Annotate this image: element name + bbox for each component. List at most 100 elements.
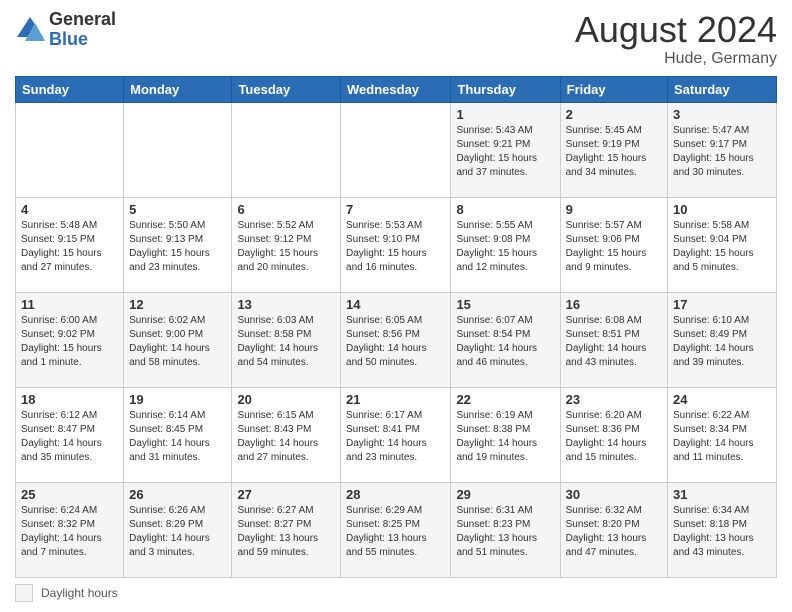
- calendar-week-row-2: 11Sunrise: 6:00 AM Sunset: 9:02 PM Dayli…: [16, 292, 777, 387]
- title-block: August 2024 Hude, Germany: [575, 10, 777, 68]
- calendar-cell-2-5: 16Sunrise: 6:08 AM Sunset: 8:51 PM Dayli…: [560, 292, 667, 387]
- calendar-weekday-saturday: Saturday: [668, 76, 777, 102]
- calendar-cell-3-4: 22Sunrise: 6:19 AM Sunset: 8:38 PM Dayli…: [451, 387, 560, 482]
- day-info: Sunrise: 6:31 AM Sunset: 8:23 PM Dayligh…: [456, 504, 554, 560]
- day-number: 19: [129, 392, 226, 407]
- day-number: 10: [673, 202, 771, 217]
- day-number: 28: [346, 487, 445, 502]
- day-number: 25: [21, 487, 118, 502]
- day-info: Sunrise: 5:55 AM Sunset: 9:08 PM Dayligh…: [456, 219, 554, 275]
- calendar-cell-0-6: 3 Sunrise: 5:47 AM Sunset: 9:17 PM Daylig…: [668, 102, 777, 197]
- calendar-cell-1-3: 7 Sunrise: 5:53 AM Sunset: 9:10 PM Daylig…: [341, 197, 451, 292]
- calendar-week-row-0: 1Sunrise: 5:43 AM Sunset: 9:21 PM Daylig…: [16, 102, 777, 197]
- day-number: 23: [566, 392, 662, 407]
- calendar-cell-2-3: 14Sunrise: 6:05 AM Sunset: 8:56 PM Dayli…: [341, 292, 451, 387]
- calendar-cell-4-0: 25 Sunrise: 6:24 AM Sunset: 8:32 PM Dayli…: [16, 482, 124, 577]
- calendar-cell-2-6: 17Sunrise: 6:10 AM Sunset: 8:49 PM Dayli…: [668, 292, 777, 387]
- calendar-cell-3-6: 24 Sunrise: 6:22 AM Sunset: 8:34 PM Dayli…: [668, 387, 777, 482]
- day-number: 8: [456, 202, 554, 217]
- calendar-weekday-sunday: Sunday: [16, 76, 124, 102]
- calendar-week-row-1: 4 Sunrise: 5:48 AM Sunset: 9:15 PM Daylig…: [16, 197, 777, 292]
- calendar-cell-4-2: 27Sunrise: 6:27 AM Sunset: 8:27 PM Dayli…: [232, 482, 341, 577]
- calendar-weekday-tuesday: Tuesday: [232, 76, 341, 102]
- day-number: 31: [673, 487, 771, 502]
- day-info: Sunrise: 6:07 AM Sunset: 8:54 PM Dayligh…: [456, 314, 554, 370]
- day-info: Sunrise: 6:19 AM Sunset: 8:38 PM Dayligh…: [456, 409, 554, 465]
- day-number: 7: [346, 202, 445, 217]
- daylight-box: [15, 584, 33, 602]
- calendar-cell-3-3: 21 Sunrise: 6:17 AM Sunset: 8:41 PM Dayli…: [341, 387, 451, 482]
- main-title: August 2024: [575, 10, 777, 50]
- day-info: Sunrise: 6:12 AM Sunset: 8:47 PM Dayligh…: [21, 409, 118, 465]
- calendar-cell-4-3: 28 Sunrise: 6:29 AM Sunset: 8:25 PM Dayli…: [341, 482, 451, 577]
- day-info: Sunrise: 6:22 AM Sunset: 8:34 PM Dayligh…: [673, 409, 771, 465]
- subtitle: Hude, Germany: [575, 50, 777, 68]
- calendar-cell-1-1: 5Sunrise: 5:50 AM Sunset: 9:13 PM Daylig…: [124, 197, 232, 292]
- day-number: 27: [237, 487, 335, 502]
- day-info: Sunrise: 6:03 AM Sunset: 8:58 PM Dayligh…: [237, 314, 335, 370]
- day-number: 1: [456, 107, 554, 122]
- day-info: Sunrise: 5:52 AM Sunset: 9:12 PM Dayligh…: [237, 219, 335, 275]
- page: General Blue August 2024 Hude, Germany S…: [0, 0, 792, 612]
- calendar-cell-2-0: 11Sunrise: 6:00 AM Sunset: 9:02 PM Dayli…: [16, 292, 124, 387]
- calendar-cell-1-2: 6 Sunrise: 5:52 AM Sunset: 9:12 PM Daylig…: [232, 197, 341, 292]
- logo-general: General: [49, 10, 116, 30]
- calendar-cell-0-4: 1Sunrise: 5:43 AM Sunset: 9:21 PM Daylig…: [451, 102, 560, 197]
- day-number: 26: [129, 487, 226, 502]
- calendar-cell-0-1: [124, 102, 232, 197]
- day-info: Sunrise: 6:17 AM Sunset: 8:41 PM Dayligh…: [346, 409, 445, 465]
- day-number: 9: [566, 202, 662, 217]
- logo-blue: Blue: [49, 30, 116, 50]
- day-info: Sunrise: 5:53 AM Sunset: 9:10 PM Dayligh…: [346, 219, 445, 275]
- day-number: 4: [21, 202, 118, 217]
- day-number: 20: [237, 392, 335, 407]
- day-number: 5: [129, 202, 226, 217]
- calendar-cell-1-4: 8 Sunrise: 5:55 AM Sunset: 9:08 PM Daylig…: [451, 197, 560, 292]
- calendar-cell-0-3: [341, 102, 451, 197]
- day-info: Sunrise: 6:29 AM Sunset: 8:25 PM Dayligh…: [346, 504, 445, 560]
- day-number: 12: [129, 297, 226, 312]
- calendar-cell-3-1: 19Sunrise: 6:14 AM Sunset: 8:45 PM Dayli…: [124, 387, 232, 482]
- day-info: Sunrise: 6:34 AM Sunset: 8:18 PM Dayligh…: [673, 504, 771, 560]
- day-number: 14: [346, 297, 445, 312]
- day-number: 24: [673, 392, 771, 407]
- calendar-cell-0-5: 2Sunrise: 5:45 AM Sunset: 9:19 PM Daylig…: [560, 102, 667, 197]
- day-info: Sunrise: 6:08 AM Sunset: 8:51 PM Dayligh…: [566, 314, 662, 370]
- calendar-cell-1-5: 9Sunrise: 5:57 AM Sunset: 9:06 PM Daylig…: [560, 197, 667, 292]
- calendar-cell-2-1: 12Sunrise: 6:02 AM Sunset: 9:00 PM Dayli…: [124, 292, 232, 387]
- calendar-cell-4-1: 26 Sunrise: 6:26 AM Sunset: 8:29 PM Dayli…: [124, 482, 232, 577]
- day-number: 29: [456, 487, 554, 502]
- calendar-cell-4-4: 29 Sunrise: 6:31 AM Sunset: 8:23 PM Dayli…: [451, 482, 560, 577]
- day-number: 6: [237, 202, 335, 217]
- calendar-week-row-4: 25 Sunrise: 6:24 AM Sunset: 8:32 PM Dayli…: [16, 482, 777, 577]
- day-info: Sunrise: 6:26 AM Sunset: 8:29 PM Dayligh…: [129, 504, 226, 560]
- day-number: 17: [673, 297, 771, 312]
- logo: General Blue: [15, 10, 116, 50]
- calendar-cell-0-0: [16, 102, 124, 197]
- day-info: Sunrise: 6:32 AM Sunset: 8:20 PM Dayligh…: [566, 504, 662, 560]
- day-info: Sunrise: 6:20 AM Sunset: 8:36 PM Dayligh…: [566, 409, 662, 465]
- calendar-weekday-friday: Friday: [560, 76, 667, 102]
- calendar-cell-2-2: 13 Sunrise: 6:03 AM Sunset: 8:58 PM Dayli…: [232, 292, 341, 387]
- day-number: 3: [673, 107, 771, 122]
- logo-icon: [15, 15, 45, 45]
- day-info: Sunrise: 6:24 AM Sunset: 8:32 PM Dayligh…: [21, 504, 118, 560]
- day-info: Sunrise: 5:47 AM Sunset: 9:17 PM Dayligh…: [673, 124, 771, 180]
- header: General Blue August 2024 Hude, Germany: [15, 10, 777, 68]
- day-number: 21: [346, 392, 445, 407]
- calendar-table: SundayMondayTuesdayWednesdayThursdayFrid…: [15, 76, 777, 578]
- calendar-cell-3-2: 20Sunrise: 6:15 AM Sunset: 8:43 PM Dayli…: [232, 387, 341, 482]
- day-info: Sunrise: 5:45 AM Sunset: 9:19 PM Dayligh…: [566, 124, 662, 180]
- logo-text: General Blue: [49, 10, 116, 50]
- day-info: Sunrise: 5:48 AM Sunset: 9:15 PM Dayligh…: [21, 219, 118, 275]
- calendar-cell-1-6: 10Sunrise: 5:58 AM Sunset: 9:04 PM Dayli…: [668, 197, 777, 292]
- day-number: 11: [21, 297, 118, 312]
- footer: Daylight hours: [15, 584, 777, 602]
- day-number: 30: [566, 487, 662, 502]
- calendar-cell-4-5: 30 Sunrise: 6:32 AM Sunset: 8:20 PM Dayli…: [560, 482, 667, 577]
- daylight-label: Daylight hours: [41, 586, 118, 600]
- day-number: 13: [237, 297, 335, 312]
- calendar-header-row: SundayMondayTuesdayWednesdayThursdayFrid…: [16, 76, 777, 102]
- calendar-cell-1-0: 4 Sunrise: 5:48 AM Sunset: 9:15 PM Daylig…: [16, 197, 124, 292]
- calendar-weekday-wednesday: Wednesday: [341, 76, 451, 102]
